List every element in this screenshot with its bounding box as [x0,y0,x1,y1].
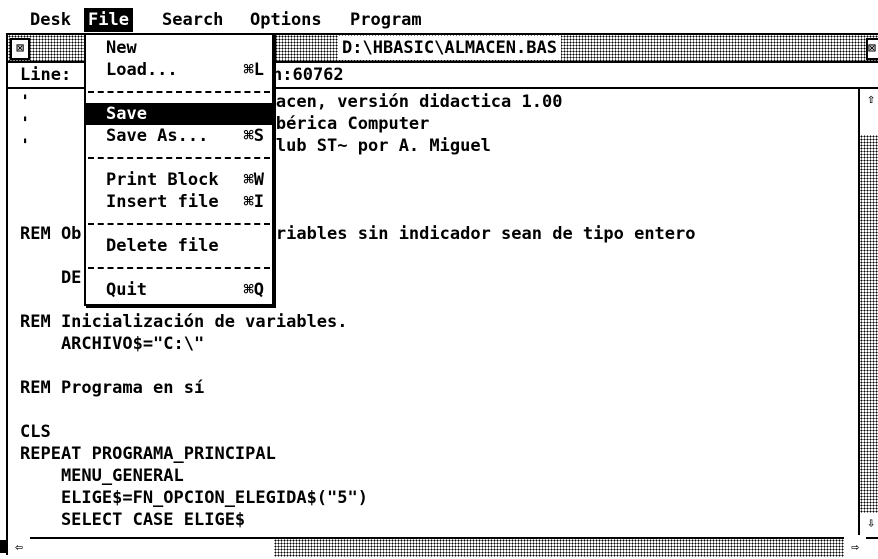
menu-item-shortcut: ⌘S [243,126,264,146]
menu-item-delete-file[interactable]: Delete file [86,235,272,257]
menu-item-label: Quit [106,280,147,300]
menu-separator [88,91,270,93]
window-title: D:\HBASIC\ALMACEN.BAS [338,36,561,60]
menu-separator [88,267,270,269]
scroll-up-arrow-icon[interactable]: ⇧ [860,89,878,111]
file-menu-dropdown: New Load... ⌘L Save Save As... ⌘S Print … [84,33,274,306]
code-line: DE [20,268,82,288]
scroll-right-arrow-icon[interactable]: ⇨ [844,537,866,559]
close-box-icon[interactable]: ⊠ [10,38,30,60]
menu-item-new[interactable]: New [86,37,272,59]
menu-search[interactable]: Search [158,8,227,32]
code-line: REPEAT PROGRAMA_PRINCIPAL [20,444,276,464]
menu-options[interactable]: Options [246,8,326,32]
scroll-down-arrow-icon[interactable]: ⇩ [860,513,878,535]
code-line: REM Inicialización de variables. [20,312,348,332]
horizontal-scroll-track[interactable] [274,539,844,557]
code-line: REM Programa en sí [20,378,205,398]
menu-item-shortcut: ⌘L [243,60,264,80]
menu-item-label: Insert file [106,192,219,212]
menu-item-label: Save As... [106,126,209,146]
memory-info: n:60762 [272,65,344,85]
vertical-scrollbar[interactable]: ⇧ ⇩ [858,89,878,535]
menu-item-label: Save [106,104,147,124]
vertical-scroll-track[interactable] [860,135,878,515]
menu-item-load[interactable]: Load... ⌘L [86,59,272,81]
full-box-icon[interactable]: ⊠ [866,38,878,60]
menu-item-label: New [106,38,137,58]
line-label: Line: [20,65,72,85]
horizontal-scrollbar[interactable]: ⇦ ⇨ [8,537,878,559]
menu-item-shortcut: ⌘I [243,192,264,212]
menu-item-save-as[interactable]: Save As... ⌘S [86,125,272,147]
code-line: ELIGE$=FN_OPCION_ELEGIDA$("5") [20,488,368,508]
menu-separator [88,223,270,225]
code-line: SELECT CASE ELIGE$ [20,510,246,530]
screen-corner-mark [0,540,8,553]
menu-bar: Desk File Search Options Program [0,0,878,33]
menu-item-label: Load... [106,60,178,80]
menu-item-insert-file[interactable]: Insert file ⌘I [86,191,272,213]
menu-separator [88,157,270,159]
menu-item-quit[interactable]: Quit ⌘Q [86,279,272,301]
menu-item-label: Delete file [106,236,219,256]
menu-item-label: Print Block [106,170,219,190]
menu-item-shortcut: ⌘Q [243,280,264,300]
code-line: CLS [20,422,51,442]
menu-item-shortcut: ⌘W [243,170,264,190]
menu-item-print-block[interactable]: Print Block ⌘W [86,169,272,191]
menu-program[interactable]: Program [346,8,426,32]
menu-item-save[interactable]: Save [86,103,272,125]
code-line: ARCHIVO$="C:\" [20,334,205,354]
menu-file[interactable]: File [84,8,133,32]
menu-desk[interactable]: Desk [26,8,75,32]
code-line: MENU_GENERAL [20,466,184,486]
scroll-left-arrow-icon[interactable]: ⇦ [8,537,30,559]
